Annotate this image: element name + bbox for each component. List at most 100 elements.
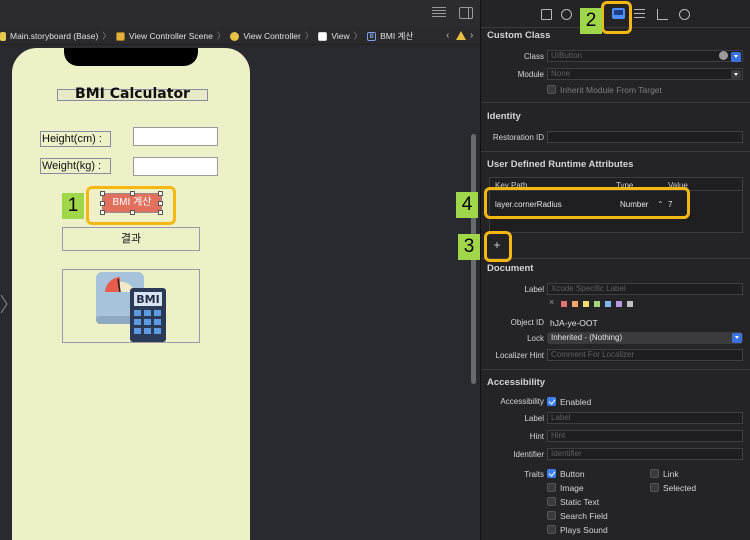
height-label[interactable]: Height(cm) : — [40, 131, 111, 147]
color-swatch[interactable] — [572, 301, 578, 307]
color-swatch[interactable] — [583, 301, 589, 307]
breadcrumb-button[interactable]: B BMI 계산 — [362, 30, 413, 42]
class-field[interactable]: UIButton — [547, 50, 743, 62]
chevron-right-icon: 〉 — [102, 31, 111, 41]
chevron-right-icon: 〉 — [216, 31, 226, 41]
toggle-inspector-icon[interactable] — [459, 7, 473, 19]
trait-selected-checkbox[interactable] — [650, 483, 659, 492]
lock-popup[interactable]: Inherited - (Nothing) — [547, 332, 743, 344]
accessibility-label: Accessibility — [500, 397, 544, 406]
lock-label: Lock — [527, 334, 544, 343]
bmi-image-badge-text: BMI — [136, 293, 159, 306]
module-label: Module — [517, 70, 544, 79]
editor-options-icon[interactable] — [432, 7, 446, 19]
iphone-canvas: BMI Calculator Height(cm) : Weight(kg) :… — [11, 47, 251, 540]
breadcrumb-view-controller[interactable]: View Controller 〉 — [225, 30, 313, 42]
callout-1-badge: 1 — [62, 193, 84, 219]
device-notch — [64, 48, 198, 66]
callout-3-badge: 3 — [458, 234, 480, 260]
trait-plays-sound-label: Plays Sound — [560, 525, 608, 535]
identity-inspector: Custom Class Class UIButton Module None … — [480, 0, 750, 540]
trait-button-checkbox[interactable] — [547, 469, 556, 478]
traits-label: Traits — [524, 470, 544, 479]
trait-link-checkbox[interactable] — [650, 469, 659, 478]
identity-section-title: Identity — [487, 111, 521, 122]
attributes-inspector-icon[interactable] — [634, 9, 645, 20]
breadcrumb-label: View Controller — [243, 31, 301, 41]
divider — [481, 369, 750, 370]
accessibility-section-title: Accessibility — [487, 377, 546, 388]
bmi-scale-calculator-icon: BMI — [96, 272, 166, 342]
accessibility-hint-field[interactable]: Hint — [547, 430, 743, 442]
callout-1-highlight — [86, 186, 176, 225]
restoration-id-label: Restoration ID — [492, 133, 544, 142]
trait-selected-label: Selected — [663, 483, 697, 493]
object-id-value: hJA-ye-OOT — [550, 318, 598, 328]
color-swatch[interactable] — [561, 301, 567, 307]
localizer-hint-field[interactable]: Comment For Localizer — [547, 349, 743, 361]
scene-icon — [115, 31, 125, 41]
connections-inspector-icon[interactable] — [679, 9, 690, 20]
trait-static-text-label: Static Text — [560, 497, 600, 507]
inherit-module-label: Inherit Module From Target — [560, 85, 662, 95]
object-id-label: Object ID — [510, 318, 544, 327]
color-swatch[interactable] — [605, 301, 611, 307]
inherit-module-checkbox[interactable] — [547, 85, 556, 94]
module-field[interactable]: None — [547, 68, 743, 80]
button-icon: B — [367, 31, 377, 41]
trait-image-label: Image — [560, 483, 584, 493]
color-swatch[interactable] — [594, 301, 600, 307]
weight-input[interactable] — [133, 157, 218, 176]
app-title-label[interactable]: BMI Calculator — [57, 87, 208, 101]
document-label-field[interactable]: Xcode Specific Label — [547, 283, 743, 295]
storyboard-file-icon — [0, 31, 6, 41]
history-inspector-icon[interactable] — [561, 9, 572, 20]
breadcrumb: Main.storyboard (Base) 〉 View Controller … — [0, 28, 480, 45]
accessibility-enabled-checkbox[interactable] — [547, 397, 556, 406]
view-controller-icon — [230, 31, 240, 41]
color-swatch[interactable] — [616, 301, 622, 307]
lock-popup-value: Inherited - (Nothing) — [551, 333, 623, 342]
callout-2-highlight — [601, 1, 632, 34]
color-swatch-clear[interactable]: × — [549, 297, 554, 307]
trait-search-field-label: Search Field — [560, 511, 608, 521]
chevron-right-icon[interactable]: › — [470, 30, 473, 41]
file-inspector-icon[interactable] — [541, 9, 552, 20]
accessibility-identifier-field[interactable]: Identifier — [547, 448, 743, 460]
module-dropdown-icon[interactable] — [731, 70, 741, 80]
editor-toolbar — [0, 0, 480, 26]
breadcrumb-storyboard[interactable]: Main.storyboard (Base) 〉 — [0, 30, 111, 42]
chevron-right-icon: 〉 — [304, 31, 314, 41]
breadcrumb-view[interactable]: View 〉 — [313, 30, 362, 42]
class-dropdown-icon[interactable] — [731, 52, 741, 62]
weight-label[interactable]: Weight(kg) : — [40, 158, 111, 174]
height-input[interactable] — [133, 127, 218, 146]
bmi-image-view[interactable]: BMI — [62, 269, 200, 343]
accessibility-label-field[interactable]: Label — [547, 412, 743, 424]
trait-search-field-checkbox[interactable] — [547, 511, 556, 520]
accessibility-identifier-label: Identifier — [513, 450, 544, 459]
trait-link-label: Link — [663, 469, 679, 479]
trait-image-checkbox[interactable] — [547, 483, 556, 492]
class-field-arrow-icon[interactable] — [719, 51, 728, 60]
class-label: Class — [523, 52, 544, 61]
callout-4-badge: 4 — [456, 192, 478, 218]
size-inspector-icon[interactable] — [657, 9, 668, 20]
color-swatch[interactable] — [627, 301, 633, 307]
divider — [481, 258, 750, 259]
breadcrumb-scene[interactable]: View Controller Scene 〉 — [111, 30, 225, 42]
callout-3-highlight — [484, 231, 512, 262]
runtime-attributes-section-title: User Defined Runtime Attributes — [487, 159, 634, 170]
accessibility-enabled-label: Enabled — [560, 397, 592, 407]
trait-plays-sound-checkbox[interactable] — [547, 525, 556, 534]
breadcrumb-label: BMI 계산 — [380, 31, 414, 41]
warning-icon[interactable] — [456, 31, 466, 40]
class-field-value: UIButton — [551, 51, 583, 60]
trait-static-text-checkbox[interactable] — [547, 497, 556, 506]
document-label-label: Label — [524, 285, 544, 294]
result-label[interactable]: 결과 — [62, 227, 200, 251]
restoration-id-field[interactable] — [547, 131, 743, 143]
chevron-left-icon[interactable]: ‹ — [446, 30, 449, 41]
document-section-title: Document — [487, 263, 534, 274]
lock-dropdown-icon[interactable] — [732, 333, 742, 343]
